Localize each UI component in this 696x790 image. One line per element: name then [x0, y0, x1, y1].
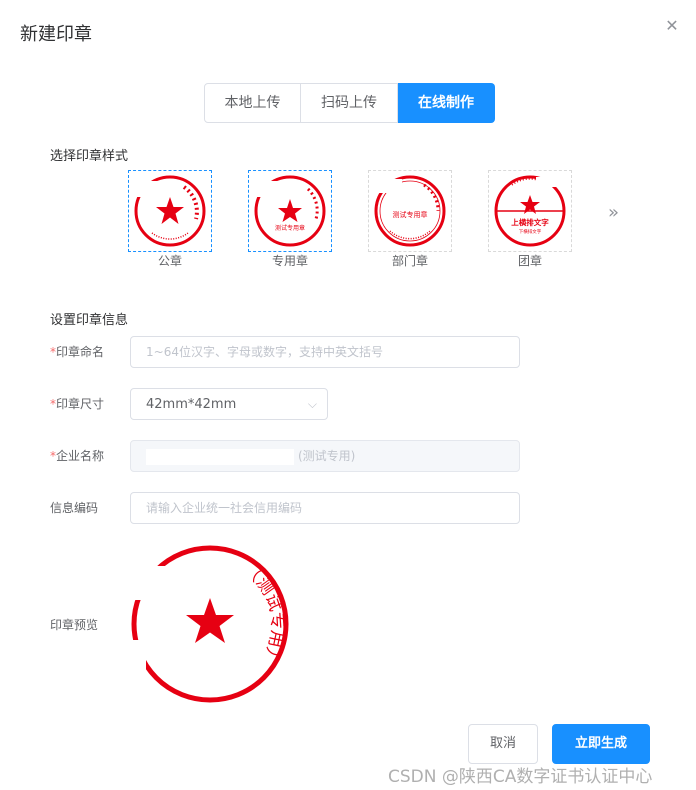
seal-option-label: 团章: [517, 254, 542, 268]
seal-option-official[interactable]: 公章: [128, 170, 212, 268]
tab-scan-upload[interactable]: 扫码上传: [301, 83, 398, 123]
seal-option-department[interactable]: 测试专用章 部门章: [368, 170, 452, 268]
seal-thumb-official: [128, 170, 212, 252]
seal-option-special[interactable]: 测试专用章 专用章: [248, 170, 332, 268]
seal-size-select[interactable]: 42mm*42mm ⌵: [130, 388, 328, 420]
preview-label: 印章预览: [50, 618, 99, 632]
seal-option-label: 专用章: [271, 254, 308, 268]
seal-info-section-title: 设置印章信息: [50, 313, 129, 328]
seal-thumb-special: 测试专用章: [248, 170, 332, 252]
dialog-title: 新建印章: [20, 24, 92, 45]
seal-option-label: 部门章: [391, 254, 428, 268]
seal-option-label: 公章: [157, 254, 182, 268]
form-row-info-code: 信息编码: [50, 492, 530, 524]
tab-local-upload[interactable]: 本地上传: [204, 83, 301, 123]
seal-name-input[interactable]: [130, 336, 520, 368]
company-name-field: (测试专用): [130, 440, 520, 472]
seal-size-label: *印章尺寸: [50, 397, 105, 411]
seal-style-section-title: 选择印章样式: [50, 149, 129, 164]
seal-thumb-group: 上横排文字 下横排文字: [488, 170, 572, 252]
seal-thumb-group-main-text: 上横排文字: [511, 217, 549, 227]
seal-size-value: 42mm*42mm: [146, 397, 237, 412]
company-name-suffix: (测试专用): [298, 449, 356, 463]
chevron-down-icon: ⌵: [307, 397, 317, 411]
form-row-company-name: *企业名称 (测试专用): [50, 440, 530, 472]
cancel-button[interactable]: 取消: [468, 724, 538, 764]
seal-style-options: 公章 测试专用章 专用章 测试专用章 部门章 上横排文字 下横排文字 团章 »: [128, 170, 628, 270]
info-code-label: 信息编码: [50, 501, 99, 515]
seal-thumb-group-sub-text: 下横排文字: [519, 228, 542, 235]
seal-thumb-special-text: 测试专用章: [275, 224, 305, 232]
watermark: CSDN @陕西CA数字证书认证中心: [388, 767, 653, 787]
seal-name-label: *印章命名: [50, 345, 105, 359]
info-code-input[interactable]: [130, 492, 520, 524]
redacted-company-name: [146, 448, 294, 465]
form-row-seal-size: *印章尺寸 42mm*42mm ⌵: [50, 388, 530, 420]
tab-online-make[interactable]: 在线制作: [398, 83, 495, 123]
form-row-seal-name: *印章命名: [50, 336, 530, 368]
upload-mode-tabs: 本地上传 扫码上传 在线制作: [204, 83, 495, 123]
seal-thumb-dept-text: 测试专用章: [393, 210, 428, 219]
create-seal-button[interactable]: 立即生成: [552, 724, 650, 764]
seal-thumb-department: 测试专用章: [368, 170, 452, 252]
close-icon[interactable]: ✕: [664, 18, 680, 34]
company-name-label: *企业名称: [50, 449, 105, 463]
seal-preview: （测试专用）: [130, 544, 290, 708]
seal-option-group[interactable]: 上横排文字 下横排文字 团章: [488, 170, 572, 268]
double-chevron-right-icon[interactable]: »: [608, 202, 619, 223]
